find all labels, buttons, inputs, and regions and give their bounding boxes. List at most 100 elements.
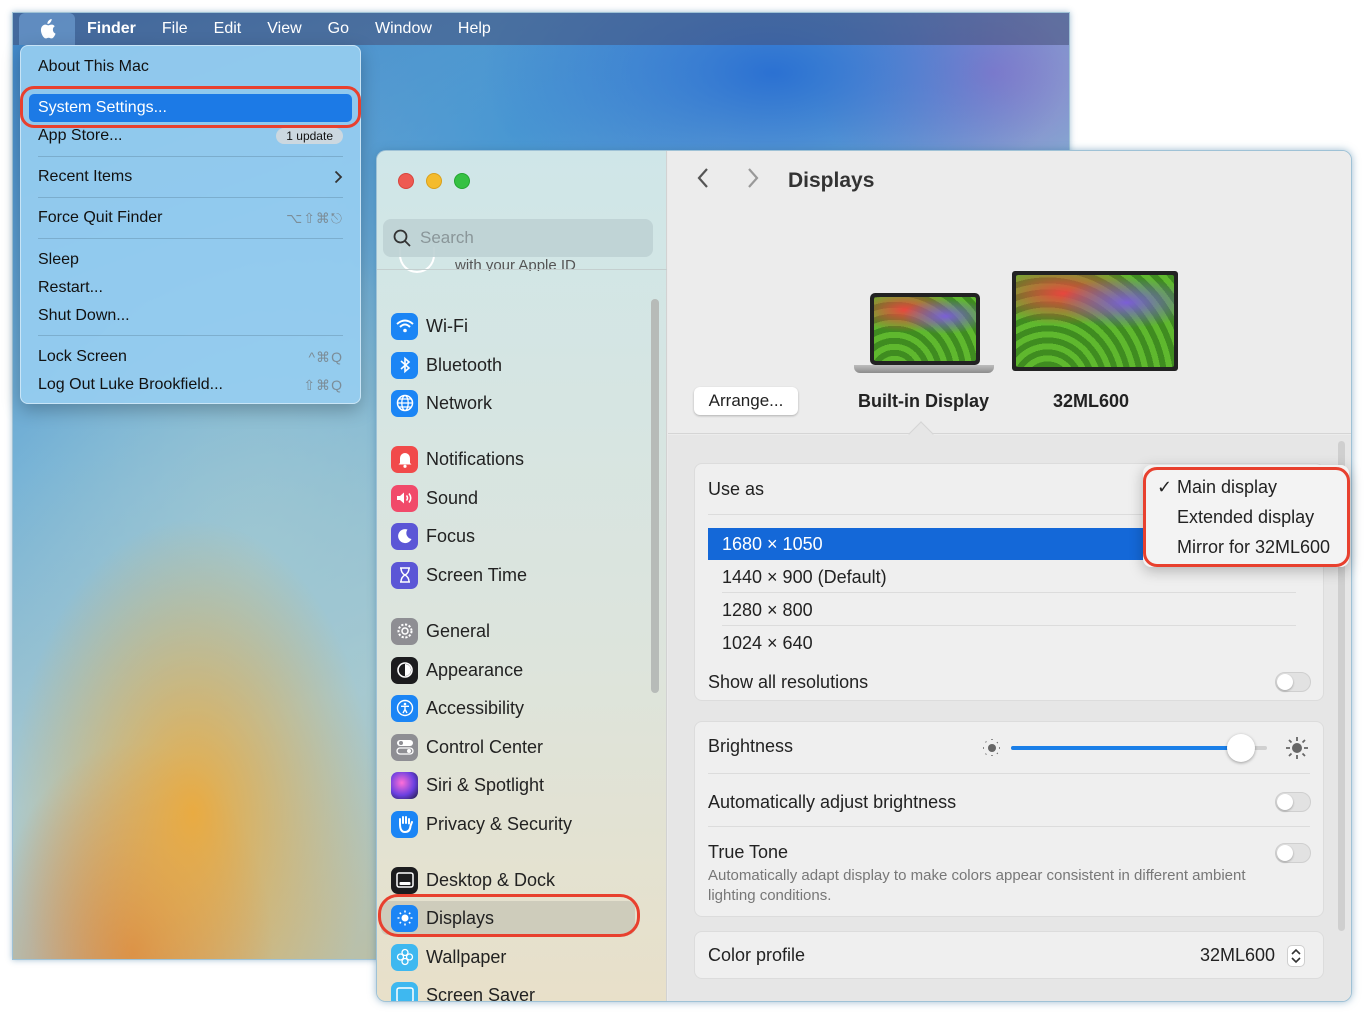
back-button[interactable]	[696, 167, 710, 196]
sidebar-item-desktop-dock[interactable]: Desktop & Dock	[391, 865, 641, 895]
sidebar-item-wallpaper[interactable]: Wallpaper	[391, 942, 641, 972]
color-profile-stepper[interactable]	[1287, 945, 1305, 967]
show-all-resolutions-label: Show all resolutions	[708, 672, 869, 692]
sidebar-item-label: Sound	[426, 487, 479, 508]
display-arrangement-area: Displays Arrange... Built-in Display 32M…	[668, 151, 1351, 447]
color-profile-label: Color profile	[708, 945, 806, 965]
menu-item-shut-down[interactable]: Shut Down...	[38, 304, 343, 328]
hand-icon	[391, 810, 418, 838]
gear-icon	[391, 617, 418, 645]
color-profile-value[interactable]: 32ML600	[1200, 945, 1275, 966]
menu-item-label: Sleep	[38, 251, 79, 268]
sidebar-scrollbar[interactable]	[651, 299, 659, 693]
menu-finder[interactable]: Finder	[87, 20, 136, 38]
show-all-resolutions-toggle[interactable]	[1275, 672, 1311, 692]
sidebar-item-label: Wi-Fi	[426, 315, 468, 336]
shortcut-label: ⇧⌘Q	[303, 376, 343, 393]
sidebar-item-screen-saver[interactable]: Screen Saver	[391, 980, 641, 1001]
sidebar-item-notifications[interactable]: Notifications	[391, 444, 641, 474]
color-profile-card: Color profile 32ML600	[694, 931, 1324, 979]
menu-item-label: Force Quit Finder	[38, 209, 163, 226]
menu-item-sleep[interactable]: Sleep	[38, 248, 343, 272]
hourglass-icon	[391, 561, 418, 589]
row-separator	[722, 592, 1296, 593]
globe-icon	[391, 389, 418, 417]
menu-item-log-out[interactable]: Log Out Luke Brookfield... ⇧⌘Q	[38, 373, 343, 397]
laptop-base	[854, 365, 994, 373]
forward-button[interactable]	[746, 167, 760, 196]
use-as-option-extended[interactable]: Extended display	[1177, 507, 1314, 528]
menu-help[interactable]: Help	[458, 20, 491, 38]
speaker-icon	[391, 484, 418, 512]
wifi-icon	[391, 312, 418, 340]
sidebar-item-sound[interactable]: Sound	[391, 483, 641, 513]
menu-item-lock-screen[interactable]: Lock Screen ^⌘Q	[38, 345, 343, 369]
wallpaper-preview	[874, 297, 976, 361]
apple-menu-button[interactable]	[19, 13, 75, 45]
sidebar-item-label: Displays	[426, 907, 495, 928]
arrange-button[interactable]: Arrange...	[694, 387, 798, 415]
menu-separator	[38, 335, 343, 336]
close-window-button[interactable]	[398, 173, 414, 189]
menu-window[interactable]: Window	[375, 20, 432, 38]
appearance-icon	[391, 656, 418, 684]
menu-item-about[interactable]: About This Mac	[38, 55, 343, 79]
sidebar-item-bluetooth[interactable]: Bluetooth	[391, 350, 641, 380]
sidebar-item-privacy-security[interactable]: Privacy & Security	[391, 809, 641, 839]
use-as-label: Use as	[708, 479, 765, 499]
sidebar-item-wifi[interactable]: Wi-Fi	[391, 311, 641, 341]
resolution-option[interactable]: 1024 × 640	[722, 633, 813, 654]
search-placeholder: Search	[420, 228, 474, 247]
chevron-left-icon	[697, 168, 708, 188]
menu-view[interactable]: View	[267, 20, 301, 38]
use-as-option-mirror[interactable]: Mirror for 32ML600	[1177, 537, 1330, 558]
sidebar-item-general[interactable]: General	[391, 616, 641, 646]
sidebar-item-accessibility[interactable]: Accessibility	[391, 693, 641, 723]
use-as-dropdown: ✓ Main display Extended display Mirror f…	[1143, 465, 1349, 567]
brightness-label: Brightness	[708, 736, 794, 756]
menu-go[interactable]: Go	[328, 20, 349, 38]
external-display-thumbnail[interactable]	[1012, 271, 1178, 371]
search-field[interactable]: Search	[383, 219, 653, 257]
sidebar-item-control-center[interactable]: Control Center	[391, 732, 641, 762]
sidebar-item-label: Accessibility	[426, 697, 525, 718]
menu-item-force-quit[interactable]: Force Quit Finder ⌥⇧⌘⎋	[38, 206, 343, 230]
menu-item-system-settings[interactable]: System Settings...	[38, 96, 343, 120]
brightness-card: Brightness Automatically adjust brightne…	[694, 721, 1324, 917]
menu-item-app-store[interactable]: App Store... 1 update	[38, 124, 343, 148]
brightness-slider-track[interactable]	[1011, 734, 1267, 762]
accessibility-icon	[391, 694, 418, 722]
sidebar-divider	[377, 269, 667, 270]
sidebar-item-displays[interactable]: Displays	[391, 903, 641, 933]
resolution-option[interactable]: 1280 × 800	[722, 600, 813, 621]
chevron-right-icon	[748, 168, 759, 188]
menu-edit[interactable]: Edit	[214, 20, 242, 38]
bell-icon	[391, 445, 418, 473]
menu-item-recent-items[interactable]: Recent Items	[38, 165, 343, 189]
true-tone-toggle[interactable]	[1275, 843, 1311, 863]
sidebar-item-label: Control Center	[426, 736, 544, 757]
menu-file[interactable]: File	[162, 20, 188, 38]
true-tone-label: True Tone	[708, 842, 789, 862]
menu-separator	[38, 156, 343, 157]
zoom-window-button[interactable]	[454, 173, 470, 189]
auto-brightness-toggle[interactable]	[1275, 792, 1311, 812]
brightness-slider-knob[interactable]	[1227, 734, 1256, 762]
use-as-option-main[interactable]: Main display	[1177, 477, 1277, 498]
sidebar-item-screen-time[interactable]: Screen Time	[391, 560, 641, 590]
search-icon	[393, 229, 411, 247]
builtin-display-thumbnail[interactable]	[870, 293, 980, 365]
menu-item-restart[interactable]: Restart...	[38, 276, 343, 300]
bluetooth-icon	[391, 351, 418, 379]
sidebar-item-siri-spotlight[interactable]: Siri & Spotlight	[391, 770, 641, 800]
sidebar-item-label: Siri & Spotlight	[426, 774, 545, 795]
sidebar-item-network[interactable]: Network	[391, 388, 641, 418]
sun-icon	[391, 904, 418, 932]
menu-item-label: Recent Items	[38, 168, 133, 185]
resolution-option[interactable]: 1440 × 900 (Default)	[722, 567, 887, 588]
sidebar-item-focus[interactable]: Focus	[391, 521, 641, 551]
minimize-window-button[interactable]	[426, 173, 442, 189]
settings-content: Displays Arrange... Built-in Display 32M…	[668, 151, 1351, 1001]
sidebar-item-appearance[interactable]: Appearance	[391, 655, 641, 685]
menu-item-label: Shut Down...	[38, 307, 130, 324]
